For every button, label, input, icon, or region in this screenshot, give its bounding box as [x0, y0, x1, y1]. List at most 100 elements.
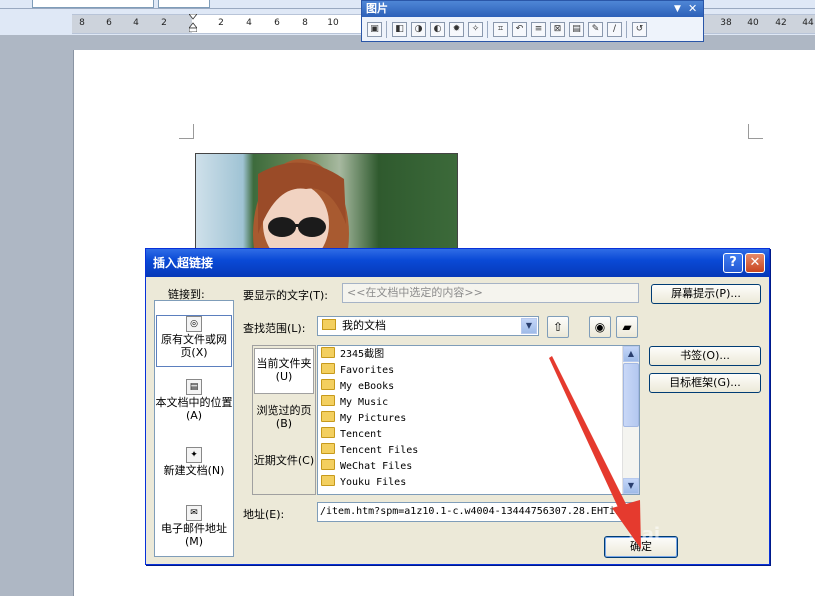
address-label: 地址(E):: [243, 508, 285, 521]
ruler-label: 8: [79, 18, 85, 28]
picture-toolbar-titlebar[interactable]: 图片 ▼ ✕: [362, 1, 703, 17]
style-box[interactable]: [32, 0, 154, 8]
list-item[interactable]: My Pictures: [321, 411, 406, 427]
photo-figure: [253, 159, 349, 249]
folder-icon: [321, 459, 335, 470]
up-one-folder-button[interactable]: ⇧: [547, 316, 569, 338]
file-name: Youku Files: [340, 477, 407, 488]
folder-icon: [322, 319, 336, 330]
ruler-label: 6: [274, 18, 280, 28]
dialog-titlebar[interactable]: 插入超链接 ? ✕: [146, 249, 769, 277]
close-icon[interactable]: ✕: [688, 1, 697, 17]
text-wrapping-icon[interactable]: ▤: [569, 22, 584, 37]
text-to-display-field[interactable]: <<在文档中选定的内容>>: [342, 283, 639, 303]
list-item[interactable]: Favorites: [321, 363, 394, 379]
browse-file-button[interactable]: ▰: [616, 316, 638, 338]
format-picture-icon[interactable]: ✎: [588, 22, 603, 37]
help-icon: ?: [729, 255, 737, 270]
music-folder-icon: [321, 395, 335, 406]
link-to-existing-file[interactable]: ◎ 原有文件或网页(X): [156, 315, 232, 367]
link-to-place-in-document[interactable]: ▤ 本文档中的位置(A): [155, 379, 233, 429]
file-name: My eBooks: [340, 381, 395, 392]
folder-icon: [321, 427, 335, 438]
ruler-label: 38: [720, 18, 732, 28]
ruler-label: 4: [246, 18, 252, 28]
file-name: 2345截图: [340, 349, 385, 360]
scroll-up-icon[interactable]: ▲: [623, 346, 639, 362]
close-icon: ✕: [749, 255, 761, 270]
browse-web-button[interactable]: ◉: [589, 316, 611, 338]
look-in-value: 我的文档: [342, 319, 386, 332]
ruler-label: 6: [106, 18, 112, 28]
open-folder-icon: ▰: [622, 320, 632, 334]
document-place-icon: ▤: [186, 379, 202, 395]
tab-current-folder[interactable]: 当前文件夹(U): [254, 348, 314, 394]
watermark-logo: Bai: [628, 524, 661, 545]
line-style-icon[interactable]: ≡: [531, 22, 546, 37]
dialog-title: 插入超链接: [153, 256, 214, 270]
help-button[interactable]: ?: [723, 253, 743, 273]
crop-icon[interactable]: ⌗: [493, 22, 508, 37]
margin-corner-mark: [748, 124, 763, 139]
file-name: WeChat Files: [340, 461, 413, 472]
email-icon: ✉: [186, 505, 202, 521]
toolbar-options-icon[interactable]: ▼: [674, 1, 681, 17]
ruler-label: 42: [775, 18, 787, 28]
link-to-item-label: 新建文档(N): [163, 464, 225, 477]
list-item[interactable]: Tencent Files: [321, 443, 418, 459]
address-field[interactable]: /item.htm?spm=a1z10.1-c.w4004-1344475630…: [317, 502, 640, 522]
list-item[interactable]: My Music: [321, 395, 388, 411]
screentip-button[interactable]: 屏幕提示(P)...: [651, 284, 761, 304]
reset-picture-icon[interactable]: ↺: [632, 22, 647, 37]
compress-icon[interactable]: ⊠: [550, 22, 565, 37]
vertical-scrollbar[interactable]: ▲ ▼: [622, 346, 639, 494]
list-item[interactable]: Tencent: [321, 427, 382, 443]
up-folder-icon: ⇧: [552, 320, 564, 334]
ruler-label: 2: [161, 18, 167, 28]
more-contrast-icon[interactable]: ◑: [411, 22, 426, 37]
inserted-photo[interactable]: [195, 153, 458, 250]
list-item[interactable]: WeChat Files: [321, 459, 412, 475]
bookmark-button[interactable]: 书签(O)...: [649, 346, 761, 366]
rotate-icon[interactable]: ↶: [512, 22, 527, 37]
tab-browsed-pages[interactable]: 浏览过的页(B): [253, 404, 315, 430]
file-name: Tencent Files: [340, 445, 419, 456]
look-in-dropdown[interactable]: 我的文档 ▼: [317, 316, 539, 336]
tab-recent-files[interactable]: 近期文件(C): [253, 454, 315, 467]
list-item[interactable]: My eBooks: [321, 379, 394, 395]
scroll-down-icon[interactable]: ▼: [623, 478, 639, 494]
link-to-panel: ◎ 原有文件或网页(X) ▤ 本文档中的位置(A) ✦ 新建文档(N) ✉ 电子…: [154, 300, 234, 557]
set-transparent-icon[interactable]: ∕: [607, 22, 622, 37]
link-to-email-address[interactable]: ✉ 电子邮件地址(M): [155, 505, 233, 549]
file-name: Tencent: [340, 429, 383, 440]
less-brightness-icon[interactable]: ✧: [468, 22, 483, 37]
picture-toolbar-title: 图片: [366, 2, 388, 15]
list-item[interactable]: 2345截图: [321, 347, 384, 363]
chevron-down-icon[interactable]: ▼: [521, 318, 537, 334]
more-brightness-icon[interactable]: ✹: [449, 22, 464, 37]
ruler-label: 4: [133, 18, 139, 28]
close-button[interactable]: ✕: [745, 253, 765, 273]
indent-marker-icon[interactable]: [189, 14, 197, 32]
ruler-label: 44: [802, 18, 814, 28]
insert-picture-icon[interactable]: ▣: [367, 22, 382, 37]
pictures-folder-icon: [321, 411, 335, 422]
web-page-icon: ◎: [186, 316, 202, 332]
folder-icon: [321, 443, 335, 454]
link-to-item-label: 电子邮件地址(M): [161, 522, 227, 548]
target-frame-button[interactable]: 目标框架(G)...: [649, 373, 761, 393]
color-icon[interactable]: ◧: [392, 22, 407, 37]
list-item[interactable]: Youku Files: [321, 475, 406, 491]
new-document-icon: ✦: [186, 447, 202, 463]
globe-search-icon: ◉: [594, 320, 606, 334]
font-box[interactable]: [158, 0, 210, 8]
link-to-new-document[interactable]: ✦ 新建文档(N): [155, 447, 233, 487]
folder-icon: [321, 363, 335, 374]
folder-icon: [321, 379, 335, 390]
toolbar-separator: [487, 21, 488, 38]
scroll-thumb[interactable]: [623, 363, 639, 427]
less-contrast-icon[interactable]: ◐: [430, 22, 445, 37]
file-list[interactable]: 2345截图 Favorites My eBooks My Music My P…: [317, 345, 640, 495]
look-in-label: 查找范围(L):: [243, 322, 306, 335]
margin-corner-mark: [179, 124, 194, 139]
